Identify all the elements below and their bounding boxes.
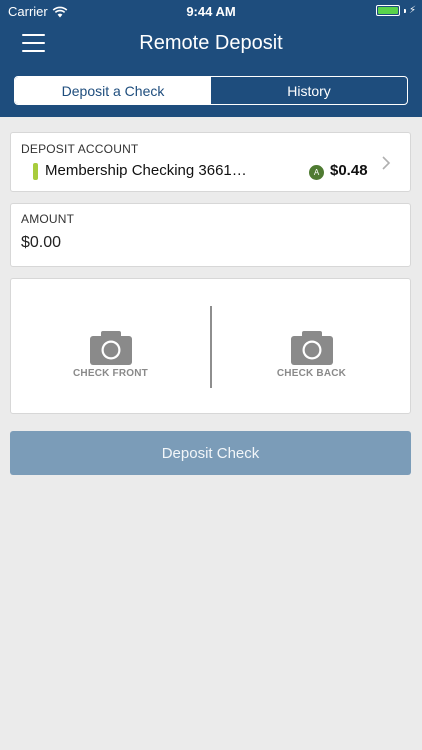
check-images-panel: CHECK FRONT CHECK BACK (10, 278, 411, 414)
amount-field[interactable]: AMOUNT $0.00 (10, 203, 411, 267)
battery-cap (403, 8, 406, 13)
charging-bolt-icon: ⚡ (408, 4, 416, 16)
camera-icon (291, 331, 333, 365)
account-balance: $0.48 (330, 162, 368, 179)
battery-full-icon: ⚡ (375, 4, 416, 16)
tab-history[interactable]: History (211, 77, 407, 104)
check-front-capture[interactable]: CHECK FRONT (11, 279, 210, 415)
account-available-badge: A (309, 165, 324, 180)
deposit-check-button[interactable]: Deposit Check (10, 431, 411, 475)
chevron-right-icon (382, 156, 391, 170)
nav-bar: Remote Deposit (0, 22, 422, 64)
account-color-indicator (33, 163, 38, 180)
check-back-label: CHECK BACK (276, 368, 347, 379)
app-header: Carrier 9:44 AM ⚡ Remote Deposit Deposit… (0, 0, 422, 117)
deposit-account-selector[interactable]: DEPOSIT ACCOUNT Membership Checking 3661… (10, 132, 411, 192)
amount-label: AMOUNT (21, 212, 75, 226)
account-name: Membership Checking 3661… (45, 162, 247, 179)
battery-level (377, 7, 398, 14)
check-front-label: CHECK FRONT (73, 368, 148, 379)
camera-icon (90, 331, 132, 365)
page-title: Remote Deposit (139, 32, 283, 54)
deposit-account-label: DEPOSIT ACCOUNT (21, 142, 139, 156)
check-back-capture[interactable]: CHECK BACK (212, 279, 411, 415)
battery-body (375, 5, 400, 16)
status-bar: Carrier 9:44 AM ⚡ (0, 0, 422, 22)
status-time: 9:44 AM (186, 4, 236, 19)
tab-deposit-a-check[interactable]: Deposit a Check (15, 77, 211, 104)
amount-value[interactable]: $0.00 (21, 234, 61, 252)
tab-switcher: Deposit a Check History (14, 76, 408, 105)
